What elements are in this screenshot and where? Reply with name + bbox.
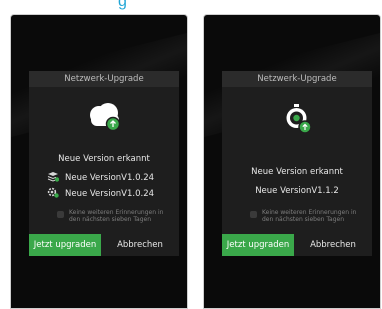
dialog-title: Netzwerk-Upgrade bbox=[222, 71, 372, 87]
header-text: g bbox=[118, 0, 128, 10]
version-label: Neue VersionV1.1.2 bbox=[255, 186, 339, 196]
cancel-button[interactable]: Abbrechen bbox=[101, 234, 179, 256]
right-phone-screen: Netzwerk-Upgrade Neue Version erkannt Ne… bbox=[203, 14, 381, 309]
version-row: Neue VersionV1.0.24 bbox=[47, 171, 154, 185]
version-label: Neue VersionV1.0.24 bbox=[65, 173, 155, 183]
upgrade-dialog-right: Netzwerk-Upgrade Neue Version erkannt Ne… bbox=[222, 71, 372, 256]
reminder-checkbox[interactable] bbox=[57, 211, 64, 218]
detected-message: Neue Version erkannt bbox=[58, 154, 150, 164]
detected-message: Neue Version erkannt bbox=[251, 167, 343, 177]
cloud-upgrade-icon bbox=[29, 97, 179, 141]
dialog-title: Netzwerk-Upgrade bbox=[29, 71, 179, 87]
upgrade-now-button[interactable]: Jetzt upgraden bbox=[222, 234, 294, 256]
router-upgrade-icon bbox=[222, 97, 372, 141]
upgrade-now-button[interactable]: Jetzt upgraden bbox=[29, 234, 101, 256]
reminder-label: Keine weiteren Erinnerungen in den nächs… bbox=[262, 209, 357, 223]
top-strip: g bbox=[0, 0, 382, 14]
reminder-option[interactable]: Keine weiteren Erinnerungen in den nächs… bbox=[57, 209, 169, 223]
gear-refresh-icon bbox=[47, 187, 59, 201]
reminder-label: Keine weiteren Erinnerungen in den nächs… bbox=[69, 209, 164, 223]
version-label: Neue VersionV1.0.24 bbox=[65, 189, 155, 199]
reminder-option[interactable]: Keine weiteren Erinnerungen in den nächs… bbox=[250, 209, 362, 223]
upgrade-dialog-left: Netzwerk-Upgrade Neue Version erkannt Ne… bbox=[29, 71, 179, 256]
layers-check-icon bbox=[47, 171, 60, 185]
version-row: Neue VersionV1.0.24 bbox=[47, 187, 154, 201]
left-phone-screen: Netzwerk-Upgrade Neue Version erkannt Ne… bbox=[10, 14, 188, 309]
reminder-checkbox[interactable] bbox=[250, 211, 257, 218]
cancel-button[interactable]: Abbrechen bbox=[294, 234, 372, 256]
